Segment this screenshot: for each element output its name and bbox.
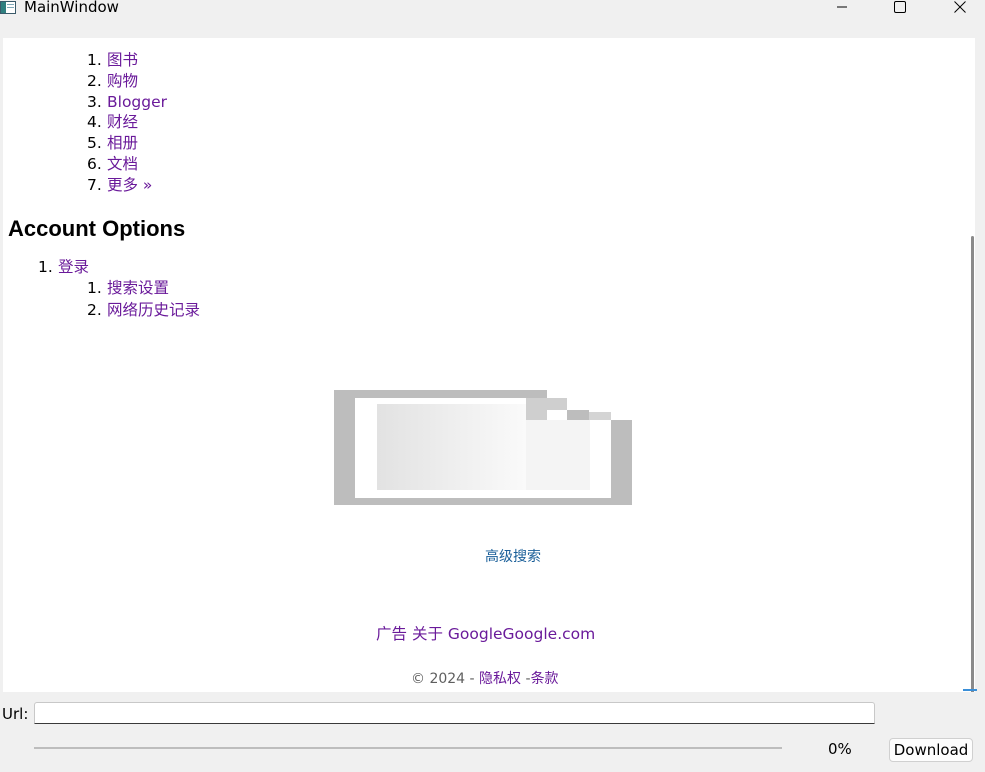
close-icon (954, 1, 966, 13)
close-button[interactable] (937, 0, 983, 18)
ads-line: 广告 关于 GoogleGoogle.com (376, 622, 595, 644)
nav-item: 4. 财经 (87, 112, 167, 133)
broken-image-icon (334, 390, 632, 505)
download-progress-bar (34, 747, 782, 749)
list-number: 1. (87, 51, 102, 69)
account-sub-list: 1. 搜索设置 2. 网络历史记录 (87, 278, 200, 321)
nav-link-finance[interactable]: 财经 (107, 113, 138, 131)
nav-link-books[interactable]: 图书 (107, 51, 138, 69)
progress-percent: 0% (828, 740, 852, 758)
copyright-text: © 2024 - (411, 671, 475, 687)
advanced-search-link[interactable]: 高级搜索 (485, 546, 541, 566)
google-com-link[interactable]: Google.com (503, 625, 596, 643)
web-view[interactable]: 1. 图书 2. 购物 3. Blogger 4. 财经 5. 相册 6. 文档 7. 更多 … (3, 38, 975, 692)
nav-item: 5. 相册 (87, 133, 167, 154)
nav-link-more[interactable]: 更多 » (107, 176, 152, 194)
about-google-link[interactable]: 关于 Google (412, 625, 503, 643)
account-options-heading: Account Options (8, 216, 186, 241)
nav-item: 3. Blogger (87, 92, 167, 113)
vertical-scrollbar[interactable] (971, 236, 974, 692)
privacy-link[interactable]: 隐私权 (479, 671, 521, 687)
nav-item: 6. 文档 (87, 154, 167, 175)
footer: © 2024 - 隐私权 -条款 (411, 668, 559, 688)
ads-link[interactable]: 广告 (376, 625, 407, 643)
terms-link[interactable]: 条款 (531, 671, 559, 687)
list-number: 5. (87, 134, 102, 153)
account-subitem: 1. 搜索设置 (87, 278, 200, 300)
maximize-icon (894, 1, 906, 13)
minimize-button[interactable] (819, 0, 865, 18)
nav-list: 1. 图书 2. 购物 3. Blogger 4. 财经 5. 相册 6. 文档 7. 更多 … (87, 50, 167, 196)
nav-link-shopping[interactable]: 购物 (107, 72, 138, 90)
account-item: 1. 登录 (38, 257, 89, 278)
list-number: 4. (87, 113, 102, 132)
download-button[interactable]: Download (889, 738, 973, 762)
url-label: Url: (2, 705, 29, 723)
resize-indicator (963, 689, 977, 691)
url-input[interactable] (34, 702, 875, 724)
list-number: 7. (87, 175, 102, 194)
nav-link-photos[interactable]: 相册 (107, 134, 138, 152)
web-history-link[interactable]: 网络历史记录 (107, 301, 200, 319)
nav-item: 2. 购物 (87, 71, 167, 92)
nav-link-docs[interactable]: 文档 (107, 155, 138, 173)
list-number: 2. (87, 71, 102, 90)
window-title: MainWindow (24, 0, 119, 16)
login-link[interactable]: 登录 (58, 258, 89, 276)
list-number: 1. (38, 258, 53, 276)
list-number: 3. (87, 92, 102, 111)
list-number: 6. (87, 154, 102, 173)
list-number: 1. (87, 279, 102, 297)
title-bar: MainWindow (0, 0, 985, 17)
list-number: 2. (87, 300, 102, 319)
minimize-icon (837, 6, 847, 8)
nav-item: 7. 更多 » (87, 175, 167, 196)
search-settings-link[interactable]: 搜索设置 (107, 279, 169, 297)
nav-link-blogger[interactable]: Blogger (107, 93, 167, 111)
app-icon (0, 1, 16, 14)
nav-item: 1. 图书 (87, 50, 167, 71)
account-subitem: 2. 网络历史记录 (87, 300, 200, 322)
maximize-button[interactable] (877, 0, 923, 18)
account-list: 1. 登录 (38, 257, 89, 278)
